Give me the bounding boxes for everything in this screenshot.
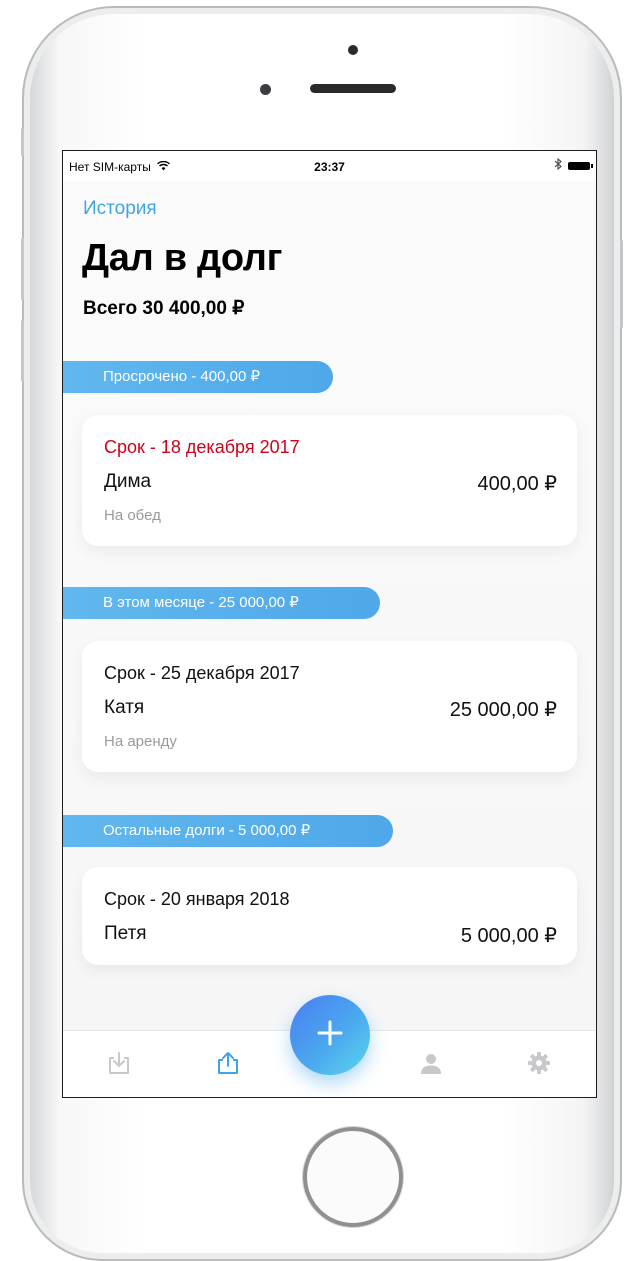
debt-amount: 400,00 ₽ xyxy=(477,473,557,495)
debtor-name: Катя xyxy=(104,697,145,718)
status-bar: Нет SIM-карты 23:37 xyxy=(63,151,596,181)
debt-amount: 25 000,00 ₽ xyxy=(449,699,557,721)
tab-bar xyxy=(63,995,596,1097)
total-amount: Всего 30 400,00 ₽ xyxy=(83,298,245,319)
due-date: Срок - 20 января 2018 xyxy=(104,889,290,909)
section-header-other-debts: Остальные долги - 5 000,00 ₽ xyxy=(63,815,393,847)
gear-icon xyxy=(526,1050,552,1081)
share-upload-icon xyxy=(215,1050,241,1081)
plus-icon xyxy=(316,1019,344,1052)
debtor-name: Дима xyxy=(104,471,152,492)
add-debt-button[interactable] xyxy=(290,995,370,1075)
due-date: Срок - 18 декабря 2017 xyxy=(104,437,300,457)
power-button xyxy=(620,240,623,328)
page-title: Дал в долг xyxy=(82,237,283,279)
debt-note: На обед xyxy=(104,507,161,524)
status-time: 23:37 xyxy=(314,160,345,174)
section-header-overdue: Просрочено - 400,00 ₽ xyxy=(63,361,333,393)
due-date: Срок - 25 декабря 2017 xyxy=(104,663,300,683)
back-button-history[interactable]: История xyxy=(83,198,157,220)
battery-icon xyxy=(568,161,593,170)
debt-amount: 5 000,00 ₽ xyxy=(460,925,557,947)
debt-list-view: История Дал в долг Всего 30 400,00 ₽ Про… xyxy=(63,181,596,1031)
front-camera xyxy=(348,45,358,55)
tab-lent[interactable] xyxy=(208,1045,248,1085)
person-icon xyxy=(418,1050,444,1081)
volume-down-button xyxy=(21,320,24,382)
app-screen: Нет SIM-карты 23:37 История Дал в долг В… xyxy=(62,150,597,1098)
debtor-name: Петя xyxy=(104,923,147,944)
earpiece-speaker xyxy=(310,84,396,93)
volume-up-button xyxy=(21,238,24,300)
debt-card-dima[interactable]: Срок - 18 декабря 2017 Дима 400,00 ₽ На … xyxy=(82,415,577,546)
proximity-sensor xyxy=(260,84,271,95)
debt-card-petya[interactable]: Срок - 20 января 2018 Петя 5 000,00 ₽ xyxy=(82,867,577,965)
debt-card-katya[interactable]: Срок - 25 декабря 2017 Катя 25 000,00 ₽ … xyxy=(82,641,577,772)
download-tray-icon xyxy=(106,1050,132,1081)
tab-received[interactable] xyxy=(99,1045,139,1085)
debt-note: На аренду xyxy=(104,733,177,750)
section-header-this-month: В этом месяце - 25 000,00 ₽ xyxy=(63,587,380,619)
home-button[interactable] xyxy=(303,1127,403,1227)
bluetooth-icon xyxy=(554,157,562,173)
tab-profile[interactable] xyxy=(411,1045,451,1085)
mute-switch xyxy=(21,128,24,156)
tab-settings[interactable] xyxy=(519,1045,559,1085)
